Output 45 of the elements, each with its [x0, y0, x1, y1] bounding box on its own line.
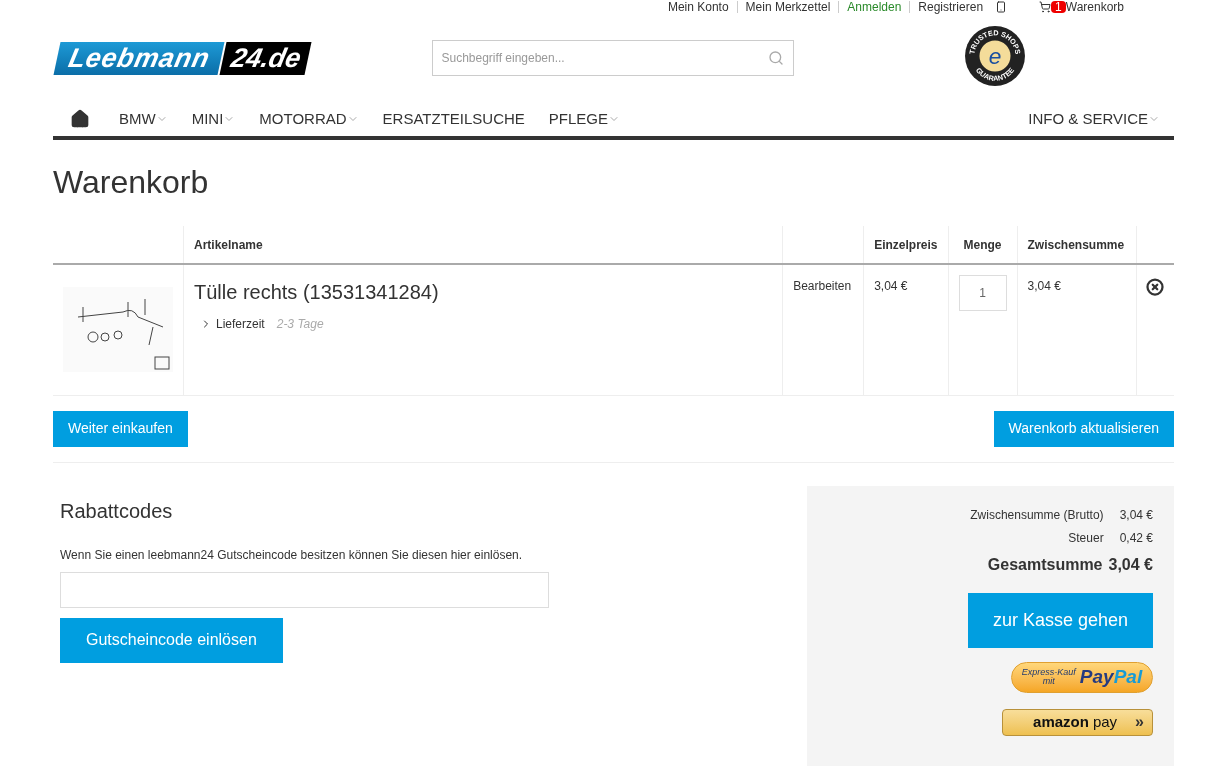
- coupon-title: Rabattcodes: [60, 498, 174, 524]
- top-link[interactable]: Mein Merkzettel: [736, 1, 831, 13]
- unit-price: 3,04 €: [863, 264, 948, 395]
- edit-link[interactable]: Bearbeiten: [793, 279, 852, 293]
- nav-item[interactable]: MOTORRAD: [247, 107, 371, 131]
- paypal-caption: Express-Kauf: [1021, 668, 1076, 677]
- top-link[interactable]: Registrieren: [909, 1, 984, 13]
- summary-label: Steuer: [1068, 529, 1104, 547]
- cart-link[interactable]: Warenkorb: [1065, 1, 1124, 13]
- nav-item[interactable]: BMW: [107, 107, 180, 131]
- cart-count: 1: [1051, 1, 1066, 13]
- pay-label: pay: [1092, 711, 1118, 732]
- summary-label: Zwischensumme (Brutto): [970, 506, 1104, 524]
- phone-icon[interactable]: [995, 1, 1008, 13]
- summary-value: 3,04 €: [1108, 554, 1153, 575]
- summary-value: 0,42 €: [1119, 529, 1153, 547]
- cart-icon[interactable]: [1039, 1, 1052, 13]
- column-header: Artikelname: [183, 226, 783, 264]
- nav-item[interactable]: MINI: [179, 107, 248, 131]
- product-name[interactable]: Tülle rechts (13531341284): [194, 277, 773, 307]
- coupon-description: Wenn Sie einen leebmann24 Gutscheincode besitzen können Sie diesen hier einlösen.: [60, 546, 524, 564]
- page-title: Warenkorb: [53, 163, 210, 202]
- delivery-label: Lieferzeit: [216, 316, 265, 333]
- quantity-field[interactable]: 1: [958, 275, 1007, 311]
- summary-value: 3,04 €: [1119, 506, 1153, 524]
- top-link[interactable]: Mein Konto: [667, 1, 729, 13]
- amazon-logo: amazon: [1033, 711, 1089, 732]
- paypal-logo: PayPal: [1079, 664, 1143, 689]
- coupon-code-field[interactable]: [60, 571, 549, 608]
- column-header: Einzelpreis: [863, 226, 948, 264]
- amazon-pay-button[interactable]: amazon pay »: [1002, 708, 1153, 736]
- subtotal: 3,04 €: [1017, 264, 1136, 395]
- remove-icon[interactable]: [1146, 277, 1165, 296]
- nav-item[interactable]: PFLEGE: [536, 107, 632, 131]
- nav-item[interactable]: ERSATZTEILSUCHE: [370, 107, 537, 131]
- arrow-label: »: [1135, 712, 1144, 732]
- home-icon[interactable]: [70, 109, 90, 129]
- column-header: Zwischensumme: [1017, 226, 1136, 264]
- delivery-time: 2-3 Tage: [276, 316, 324, 333]
- top-link[interactable]: Anmelden: [838, 1, 902, 13]
- summary-label: Gesamtsumme: [987, 554, 1103, 575]
- paypal-caption: mit: [1042, 677, 1055, 686]
- search-field[interactable]: Suchbegriff eingeben...: [432, 40, 795, 76]
- column-header: Menge: [948, 226, 1017, 264]
- nav-item[interactable]: INFO & SERVICE: [1016, 107, 1174, 131]
